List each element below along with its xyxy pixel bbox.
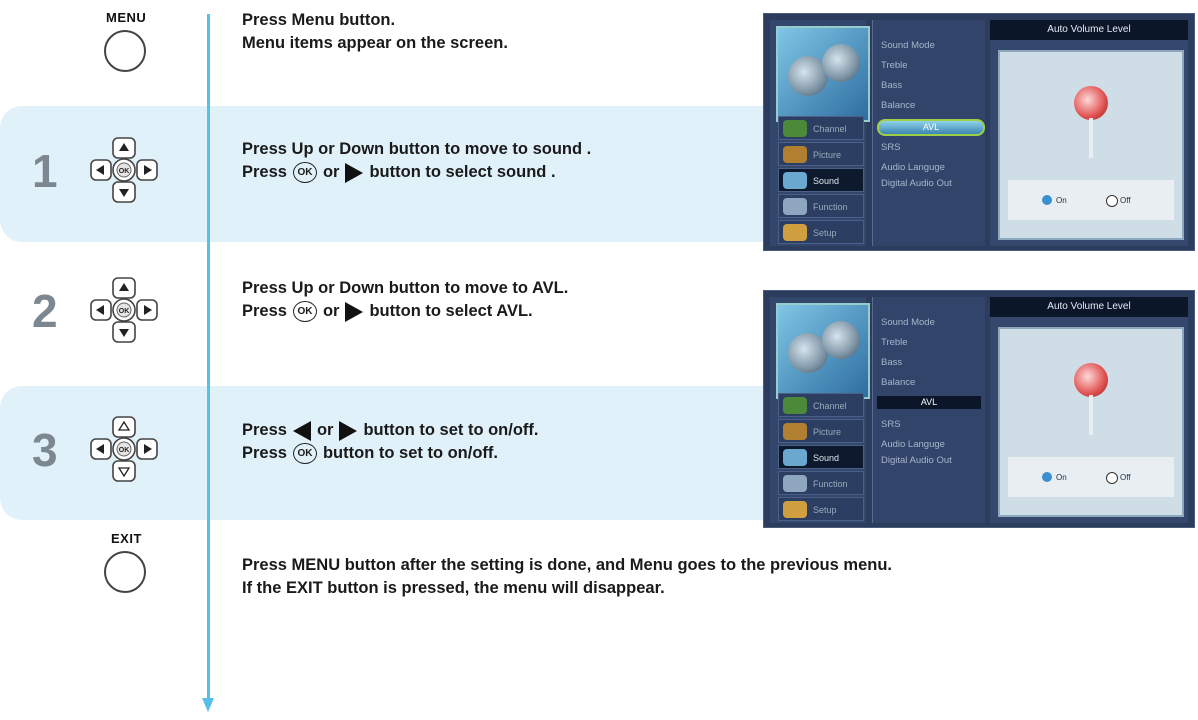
right-arrow-icon <box>345 162 364 183</box>
ok-icon: OK <box>292 301 317 323</box>
volume-icon <box>1074 363 1108 397</box>
tv-menu-screenshot-2: Channel Picture Sound Function Setup Sou… <box>763 290 1195 528</box>
tv-menu-item-selected: AVL <box>877 396 981 409</box>
svg-text:OK: OK <box>119 308 130 315</box>
tv-sidebar-item-setup: Setup <box>778 220 864 244</box>
tv-menu-item: Audio Languge <box>881 162 945 173</box>
timeline-line <box>207 14 210 702</box>
step2-line2: Press OK or button to select AVL. <box>242 300 568 323</box>
step3-line2: Press OK button to set to on/off. <box>242 442 539 465</box>
tv-sidebar-item-function: Function <box>778 471 864 495</box>
step-number-1: 1 <box>32 145 58 197</box>
menu-step-text: Press Menu button. Menu items appear on … <box>242 9 508 55</box>
tv-sidebar-item-channel: Channel <box>778 116 864 140</box>
exit-step-line2: If the EXIT button is pressed, the menu … <box>242 579 665 597</box>
tv-sidebar-item-picture: Picture <box>778 142 864 166</box>
speaker-icon <box>776 303 870 399</box>
dpad-icon: OK <box>90 137 158 203</box>
exit-button-icon <box>104 551 146 593</box>
step3-line1: Press or button to set to on/off. <box>242 420 539 441</box>
tv-sidebar: Channel Picture Sound Function Setup <box>770 297 870 523</box>
tv-menu-item: Bass <box>881 80 903 91</box>
menu-step-line1: Press Menu button. <box>242 11 396 29</box>
tv-avl-panel: Auto Volume Level On Off <box>990 20 1188 246</box>
tv-sidebar-item-function: Function <box>778 194 864 218</box>
step1-line2: Press OK or button to select sound . <box>242 161 591 184</box>
tv-menu-item: SRS <box>881 419 901 430</box>
off-icon <box>1106 195 1118 207</box>
on-icon <box>1042 472 1052 482</box>
tv-menu-item: Bass <box>881 357 903 368</box>
tv-sidebar-item-sound: Sound <box>778 445 864 469</box>
tv-menu-item: Balance <box>881 377 916 388</box>
menu-button-label: MENU <box>106 10 147 25</box>
tv-menu-item: Treble <box>881 337 908 348</box>
left-arrow-icon <box>292 420 311 441</box>
tv-sidebar-item-sound: Sound <box>778 168 864 192</box>
tv-on-label: On <box>1056 196 1067 205</box>
off-icon <box>1106 472 1118 484</box>
ok-icon: OK <box>292 162 317 184</box>
tv-menu-item: Treble <box>881 60 908 71</box>
tv-sidebar-item-channel: Channel <box>778 393 864 417</box>
tv-menu-screenshot-1: Channel Picture Sound Function Setup Sou… <box>763 13 1195 251</box>
on-icon <box>1042 195 1052 205</box>
menu-step-line2: Menu items appear on the screen. <box>242 34 508 52</box>
exit-button-label: EXIT <box>111 531 142 546</box>
step2-text: Press Up or Down button to move to AVL. … <box>242 277 568 323</box>
timeline-arrow-icon <box>202 698 214 712</box>
tv-on-label: On <box>1056 473 1067 482</box>
speaker-icon <box>776 26 870 122</box>
tv-menu-item: Digital Audio Out <box>881 455 952 466</box>
svg-text:OK: OK <box>119 168 130 175</box>
tv-sound-menu: Sound Mode Treble Bass Balance AVL SRS A… <box>872 297 985 523</box>
tv-menu-item: Digital Audio Out <box>881 178 952 189</box>
tv-sidebar-item-picture: Picture <box>778 419 864 443</box>
dpad-icon: OK <box>90 277 158 343</box>
step-number-2: 2 <box>32 285 58 337</box>
tv-sound-menu: Sound Mode Treble Bass Balance AVL SRS A… <box>872 20 985 246</box>
tv-avl-panel: Auto Volume Level On Off <box>990 297 1188 523</box>
exit-step-text: Press MENU button after the setting is d… <box>242 554 892 600</box>
tv-menu-item: Sound Mode <box>881 317 935 328</box>
volume-icon <box>1074 86 1108 120</box>
step-number-3: 3 <box>32 424 58 476</box>
tv-off-label: Off <box>1120 473 1131 482</box>
ok-icon: OK <box>292 443 317 465</box>
tv-sidebar: Channel Picture Sound Function Setup <box>770 20 870 246</box>
tv-panel-title: Auto Volume Level <box>990 297 1188 317</box>
tv-menu-item: Sound Mode <box>881 40 935 51</box>
tv-off-label: Off <box>1120 196 1131 205</box>
tv-panel-title: Auto Volume Level <box>990 20 1188 40</box>
right-arrow-icon <box>345 301 364 322</box>
step1-text: Press Up or Down button to move to sound… <box>242 138 591 184</box>
step2-line1: Press Up or Down button to move to AVL. <box>242 279 569 297</box>
exit-step-line1: Press MENU button after the setting is d… <box>242 556 892 574</box>
tv-sidebar-item-setup: Setup <box>778 497 864 521</box>
right-arrow-icon <box>339 420 358 441</box>
menu-button-icon <box>104 30 146 72</box>
step1-line1: Press Up or Down button to move to sound… <box>242 140 592 158</box>
tv-menu-item: Balance <box>881 100 916 111</box>
tv-menu-item: SRS <box>881 142 901 153</box>
tv-menu-item: Audio Languge <box>881 439 945 450</box>
svg-text:OK: OK <box>119 447 130 454</box>
tv-menu-item-selected: AVL <box>877 119 985 136</box>
step3-text: Press or button to set to on/off. Press OK b… <box>242 419 539 465</box>
dpad-icon: OK <box>90 416 158 482</box>
